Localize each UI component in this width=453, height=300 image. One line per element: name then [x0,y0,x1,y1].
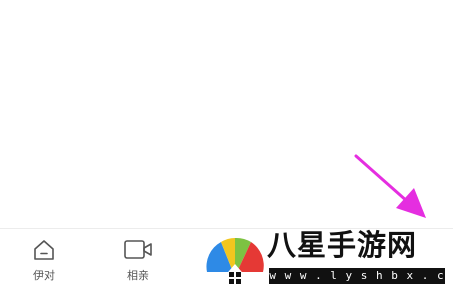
home-icon [34,240,54,260]
tab-home-label: 伊对 [33,269,55,282]
watermark-title: 八星手游网 [267,228,418,262]
watermark-url: w w w . l y s h b x . c o m [269,268,445,298]
tab-matchmaking[interactable]: 相亲 [103,229,173,289]
pointer-arrow-annotation [354,154,426,218]
video-camera-icon [124,240,152,259]
watermark-logo-icon [206,237,264,284]
site-watermark: 八星手游网 w w w . l y s h b x . c o m [205,226,450,298]
tab-matchmaking-label: 相亲 [127,269,149,282]
tab-home[interactable]: 伊对 [9,229,79,289]
